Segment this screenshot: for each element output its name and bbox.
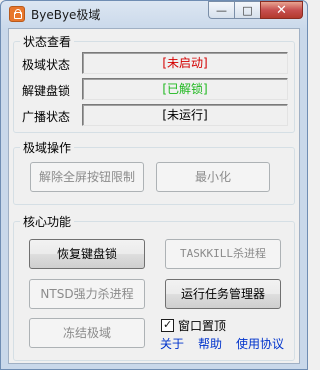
footer-links: 关于 帮助 使用协议: [160, 335, 284, 352]
status-value-domain: [未启动]: [82, 52, 288, 74]
check-icon: ✓: [163, 317, 173, 331]
run-task-manager-button[interactable]: 运行任务管理器: [165, 279, 281, 309]
status-row-keyboard: 解键盘锁 [已解锁]: [22, 78, 290, 100]
topmost-label: 窗口置顶: [178, 318, 227, 333]
caption-buttons: — □ ✕: [208, 1, 303, 19]
agreement-link[interactable]: 使用协议: [236, 335, 284, 352]
ops-group-label: 极域操作: [20, 139, 75, 156]
title-bar[interactable]: ByeBye极域 — □ ✕: [1, 1, 307, 27]
status-value-broadcast: [未运行]: [82, 104, 288, 126]
client-area: 状态查看 极域状态 [未启动] 解键盘锁 [已解锁] 广播状态 [未运行] 极域…: [8, 28, 300, 364]
status-label-keyboard: 解键盘锁: [22, 84, 71, 98]
about-link[interactable]: 关于: [160, 335, 184, 352]
status-label-broadcast: 广播状态: [22, 110, 71, 124]
status-value-keyboard: [已解锁]: [82, 78, 288, 100]
close-icon: ✕: [276, 2, 287, 18]
ntsd-kill-button[interactable]: NTSD强力杀进程: [29, 279, 145, 309]
ops-group: 极域操作 解除全屏按钮限制 最小化: [13, 139, 295, 205]
taskkill-button[interactable]: TASKKILL杀进程: [165, 239, 281, 269]
lock-icon: [9, 6, 25, 22]
minimize-icon: —: [216, 3, 227, 17]
topmost-checkbox[interactable]: ✓: [161, 317, 174, 332]
freeze-domain-button[interactable]: 冻结极域: [29, 318, 145, 348]
status-row-broadcast: 广播状态 [未运行]: [22, 104, 290, 126]
close-button[interactable]: ✕: [260, 1, 303, 19]
restore-keyboard-lock-button[interactable]: 恢复键盘锁: [29, 239, 145, 269]
core-group-label: 核心功能: [20, 213, 75, 230]
app-window: ByeBye极域 — □ ✕ 状态查看 极域状态 [未启动] 解键盘锁 [已解锁…: [0, 0, 308, 370]
maximize-button[interactable]: □: [234, 1, 260, 19]
minimize-button[interactable]: —: [208, 1, 234, 19]
topmost-option[interactable]: ✓ 窗口置顶: [161, 317, 226, 333]
help-link[interactable]: 帮助: [198, 335, 222, 352]
maximize-icon: □: [242, 3, 253, 17]
status-group: 状态查看 极域状态 [未启动] 解键盘锁 [已解锁] 广播状态 [未运行]: [13, 33, 295, 133]
status-group-label: 状态查看: [20, 33, 75, 50]
status-label-domain: 极域状态: [22, 58, 71, 72]
window-title: ByeBye极域: [31, 8, 101, 22]
unlock-fullscreen-button[interactable]: 解除全屏按钮限制: [30, 162, 144, 192]
status-row-domain: 极域状态 [未启动]: [22, 52, 290, 74]
minimize-domain-button[interactable]: 最小化: [156, 162, 270, 192]
